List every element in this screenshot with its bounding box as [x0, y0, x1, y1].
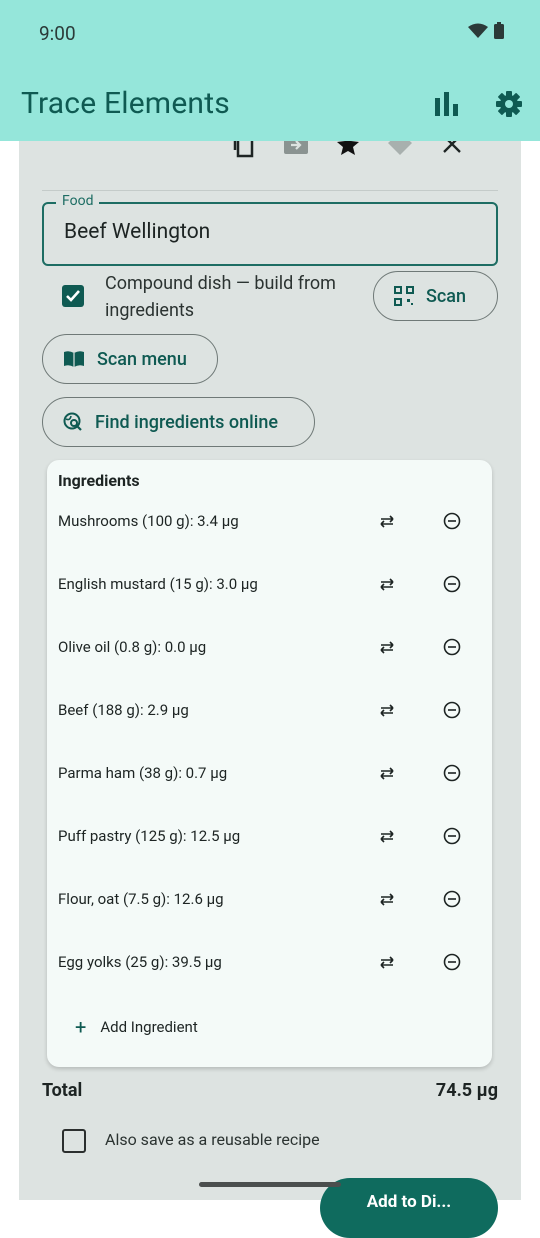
divider	[42, 190, 498, 191]
ingredient-row[interactable]: Puff pastry (125 g): 12.5 µg	[47, 805, 492, 868]
food-label: Food	[56, 193, 100, 209]
ingredient-row[interactable]: Parma ham (38 g): 0.7 µg	[47, 742, 492, 805]
swap-icon[interactable]	[377, 701, 397, 721]
remove-circle-icon[interactable]	[441, 762, 463, 784]
remove-circle-icon[interactable]	[441, 573, 463, 595]
scan-button[interactable]: Scan	[373, 271, 498, 321]
travel-explore-icon	[63, 412, 82, 431]
swap-icon[interactable]	[377, 512, 397, 532]
remove-circle-icon[interactable]	[441, 699, 463, 721]
gesture-nav-handle[interactable]	[199, 1182, 341, 1187]
swap-icon[interactable]	[377, 890, 397, 910]
ingredient-row[interactable]: Beef (188 g): 2.9 µg	[47, 679, 492, 742]
status-time: 9:00	[39, 22, 76, 45]
compound-checkbox[interactable]	[62, 285, 84, 307]
ingredient-label: Beef (188 g): 2.9 µg	[58, 701, 189, 719]
total-label: Total	[42, 1080, 83, 1101]
swap-icon[interactable]	[377, 764, 397, 784]
top-app-bar: 9:00 Trace Elements	[0, 0, 540, 141]
ingredient-row[interactable]: Mushrooms (100 g): 3.4 µg	[47, 490, 492, 553]
settings-icon[interactable]	[495, 90, 523, 118]
save-recipe-label: Also save as a reusable recipe	[105, 1130, 320, 1149]
battery-icon	[494, 22, 504, 39]
find-online-button[interactable]: Find ingredients online	[42, 397, 315, 447]
find-online-label: Find ingredients online	[95, 411, 278, 433]
save-recipe-checkbox[interactable]	[62, 1129, 86, 1153]
compound-label: Compound dish — build from ingredients	[105, 273, 336, 321]
app-title: Trace Elements	[21, 86, 230, 121]
swap-icon[interactable]	[377, 575, 397, 595]
fab-label: Add to Di...	[366, 1192, 452, 1212]
ingredients-card: Ingredients Mushrooms (100 g): 3.4 µg Eng…	[47, 460, 492, 1067]
scan-menu-label: Scan menu	[97, 348, 187, 370]
scan-label: Scan	[426, 285, 467, 307]
status-bar: 9:00	[0, 0, 540, 68]
bar-chart-icon[interactable]	[433, 90, 461, 118]
plus-icon: +	[75, 1015, 87, 1039]
qr-scan-icon	[394, 286, 414, 306]
ingredient-label: Flour, oat (7.5 g): 12.6 µg	[58, 890, 224, 908]
ingredients-title: Ingredients	[58, 471, 140, 490]
ingredient-row[interactable]: Flour, oat (7.5 g): 12.6 µg	[47, 868, 492, 931]
scan-menu-button[interactable]: Scan menu	[42, 334, 218, 384]
ingredient-label: Egg yolks (25 g): 39.5 µg	[58, 953, 222, 971]
food-value[interactable]: Beef Wellington	[64, 220, 210, 244]
food-field[interactable]: Beef Wellington	[42, 202, 498, 266]
wifi-icon	[468, 23, 488, 38]
ingredient-row[interactable]: English mustard (15 g): 3.0 µg	[47, 553, 492, 616]
status-icons	[468, 22, 504, 39]
ingredient-row[interactable]: Egg yolks (25 g): 39.5 µg	[47, 931, 492, 994]
swap-icon[interactable]	[377, 827, 397, 847]
total-value: 74.5 µg	[435, 1080, 498, 1101]
remove-circle-icon[interactable]	[441, 951, 463, 973]
check-icon	[66, 290, 80, 302]
ingredient-label: Mushrooms (100 g): 3.4 µg	[58, 512, 239, 530]
ingredient-row[interactable]: Olive oil (0.8 g): 0.0 µg	[47, 616, 492, 679]
remove-circle-icon[interactable]	[441, 888, 463, 910]
ingredient-label: Puff pastry (125 g): 12.5 µg	[58, 827, 241, 845]
swap-icon[interactable]	[377, 638, 397, 658]
add-ingredient-button[interactable]: + Add Ingredient	[75, 1015, 198, 1039]
add-to-diary-button[interactable]: Add to Di...	[320, 1178, 498, 1238]
remove-circle-icon[interactable]	[441, 510, 463, 532]
ingredient-label: Parma ham (38 g): 0.7 µg	[58, 764, 228, 782]
ingredient-label: Olive oil (0.8 g): 0.0 µg	[58, 638, 207, 656]
add-ingredient-label: Add Ingredient	[100, 1018, 198, 1036]
remove-circle-icon[interactable]	[441, 636, 463, 658]
ingredient-label: English mustard (15 g): 3.0 µg	[58, 575, 258, 593]
book-icon	[64, 351, 84, 367]
remove-circle-icon[interactable]	[441, 825, 463, 847]
swap-icon[interactable]	[377, 953, 397, 973]
